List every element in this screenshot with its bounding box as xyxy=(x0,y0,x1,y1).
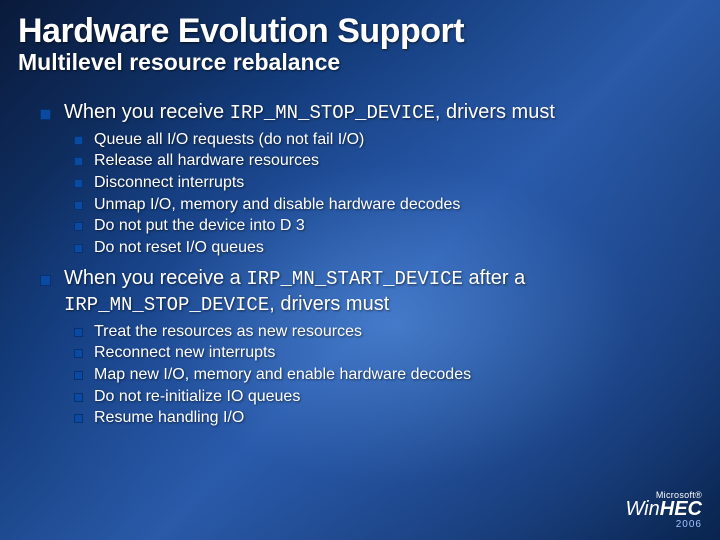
list-item: Unmap I/O, memory and disable hardware d… xyxy=(74,194,694,216)
section2-lead-pre: When you receive a xyxy=(64,267,246,289)
logo-year: 2006 xyxy=(625,519,702,530)
list-item: Disconnect interrupts xyxy=(74,172,694,194)
section2-heading: When you receive a IRP_MN_START_DEVICE a… xyxy=(40,266,694,318)
logo-win: Win xyxy=(625,498,659,520)
section2-items: Treat the resources as new resources Rec… xyxy=(74,321,694,429)
winhec-logo: Microsoft® WinHEC 2006 xyxy=(625,490,702,530)
section1-lead-pre: When you receive xyxy=(64,101,230,123)
list-item: Do not re-initialize IO queues xyxy=(74,386,694,408)
slide-body: When you receive IRP_MN_STOP_DEVICE, dri… xyxy=(0,82,720,429)
section1-lead-code: IRP_MN_STOP_DEVICE xyxy=(230,102,435,124)
bullet-list-level1: When you receive a IRP_MN_START_DEVICE a… xyxy=(40,266,694,318)
list-item: Map new I/O, memory and enable hardware … xyxy=(74,364,694,386)
section1-items: Queue all I/O requests (do not fail I/O)… xyxy=(74,129,694,259)
list-item: Queue all I/O requests (do not fail I/O) xyxy=(74,129,694,151)
section2-lead-code2: IRP_MN_STOP_DEVICE xyxy=(64,294,269,316)
section2-lead-mid: after a xyxy=(463,267,525,289)
slide-subtitle: Multilevel resource rebalance xyxy=(18,49,702,76)
list-item: Do not put the device into D 3 xyxy=(74,215,694,237)
list-item: Do not reset I/O queues xyxy=(74,237,694,259)
list-item: Resume handling I/O xyxy=(74,407,694,429)
section1-heading: When you receive IRP_MN_STOP_DEVICE, dri… xyxy=(40,100,694,126)
section2-lead-post: , drivers must xyxy=(269,293,389,315)
list-item: Reconnect new interrupts xyxy=(74,342,694,364)
slide-title: Hardware Evolution Support xyxy=(18,12,702,51)
list-item: Release all hardware resources xyxy=(74,150,694,172)
logo-winhec: WinHEC xyxy=(625,500,702,518)
section2-lead-code1: IRP_MN_START_DEVICE xyxy=(246,268,463,290)
bullet-list-level1: When you receive IRP_MN_STOP_DEVICE, dri… xyxy=(40,100,694,126)
list-item: Treat the resources as new resources xyxy=(74,321,694,343)
section1-lead-post: , drivers must xyxy=(435,101,555,123)
title-block: Hardware Evolution Support Multilevel re… xyxy=(0,0,720,82)
logo-hec: HEC xyxy=(660,498,702,520)
